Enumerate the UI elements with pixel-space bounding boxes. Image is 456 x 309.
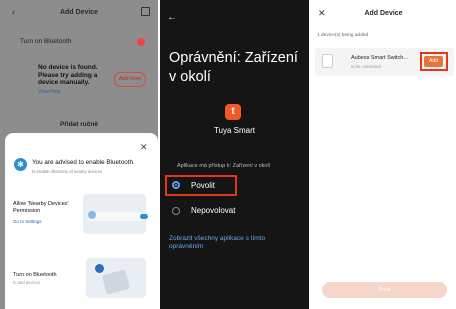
bluetooth-advice-text: You are advised to enable Bluetooth.	[32, 159, 135, 166]
deny-option-label[interactable]: Nepovolovat	[191, 206, 235, 215]
toggle-icon	[140, 214, 148, 219]
permission-question: Aplikace má přístup k: Zařízení v okolí	[177, 163, 271, 169]
smart-switch-icon	[322, 54, 333, 68]
turn-on-bluetooth-label: Turn on Bluetooth to add devices	[13, 272, 57, 285]
bluetooth-icon	[95, 264, 104, 273]
show-all-apps-link[interactable]: Zobrazit všechny aplikace s tímto oprávn…	[169, 235, 265, 251]
bluetooth-status-dot	[137, 38, 145, 46]
bluetooth-icon: ✱	[14, 158, 27, 171]
nearby-permission-label: Allow 'Nearby Devices' Permission	[13, 201, 69, 214]
turn-on-bluetooth-row[interactable]: Turn on Bluetooth	[20, 38, 71, 45]
app-name: Tuya Smart	[213, 126, 256, 135]
allow-radio[interactable]	[172, 181, 180, 189]
manual-add-label: Přidat ručně	[60, 121, 98, 128]
no-device-message: No device is found. Please try adding a …	[38, 64, 98, 86]
add-manually-button[interactable]: Add Now	[114, 72, 146, 87]
close-icon[interactable]: ✕	[140, 142, 148, 153]
tap-hand-icon	[88, 211, 96, 219]
page-title: Add Device	[59, 9, 99, 16]
help-link[interactable]: View Help	[38, 89, 60, 95]
tuya-logo-icon: t	[225, 104, 241, 120]
allow-option-label[interactable]: Povolit	[191, 181, 215, 190]
deny-radio[interactable]	[172, 207, 180, 215]
bluetooth-advice-subtext: to enable discovery of nearby devices	[32, 169, 103, 174]
add-device-found-screen: ✕ Add Device 1 device(s) being added Aub…	[311, 0, 456, 309]
permission-title: Oprávnění: Zařízení v okolí	[169, 50, 298, 85]
page-title: Add Device	[364, 10, 403, 17]
go-to-settings-link[interactable]: Go to Settings	[13, 219, 42, 224]
section-label: 1 device(s) being added	[317, 33, 369, 38]
done-button[interactable]: Done	[322, 282, 447, 298]
device-status: to be connected	[351, 64, 381, 69]
scan-icon[interactable]	[141, 7, 150, 16]
add-device-button[interactable]: Add	[424, 56, 443, 67]
turn-on-bluetooth-sublabel: to add devices	[13, 280, 41, 285]
device-name: Aubess Smart Switch...	[351, 55, 408, 61]
back-arrow-icon[interactable]: ←	[167, 12, 177, 23]
nearby-devices-permission-screen: ← Oprávnění: Zařízení v okolí t Tuya Sma…	[160, 0, 309, 309]
